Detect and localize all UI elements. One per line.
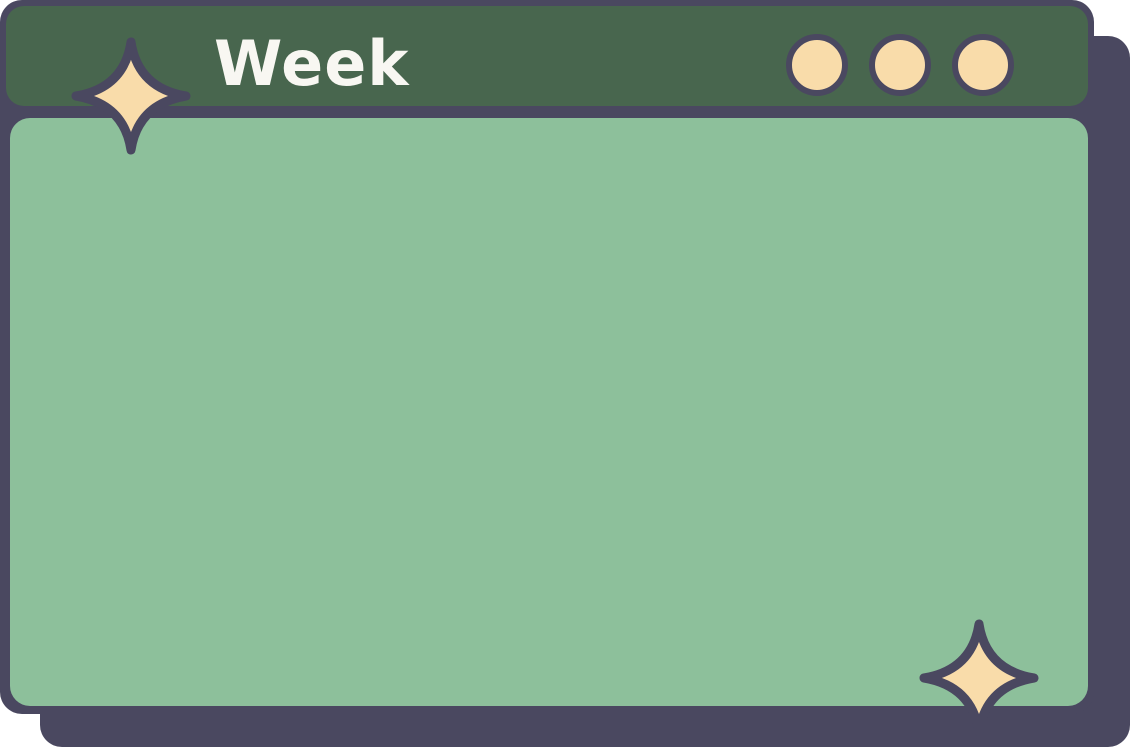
window-dot-icon: [952, 34, 1014, 96]
window-title: Week: [214, 27, 410, 100]
sparkle-icon: [71, 37, 191, 155]
content-area: [10, 118, 1088, 706]
sparkle-icon: [919, 619, 1039, 737]
week-card: Week: [0, 0, 1131, 748]
window-dot-icon: [869, 34, 931, 96]
window-dot-icon: [786, 34, 848, 96]
